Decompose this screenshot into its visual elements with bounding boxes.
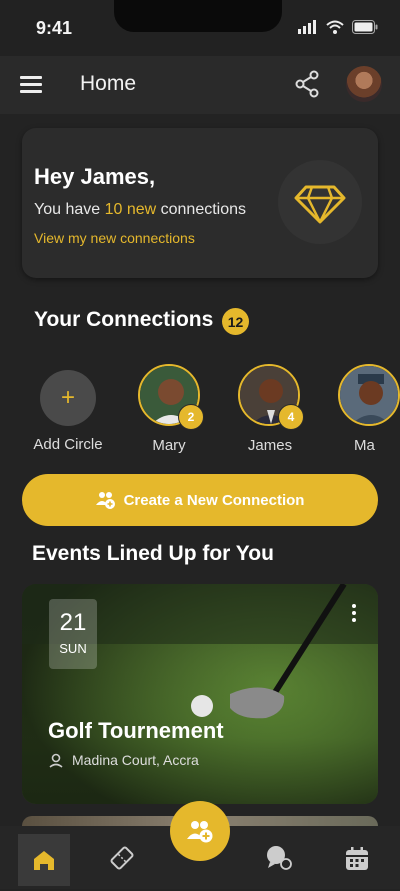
- event-weekday: SUN: [59, 641, 87, 656]
- connection-badge: 2: [178, 404, 204, 430]
- add-circle-button[interactable]: +: [40, 370, 96, 426]
- create-connection-label: Create a New Connection: [123, 491, 305, 509]
- connections-count-badge: 12: [222, 308, 249, 335]
- connection-name: Ma: [354, 437, 375, 454]
- diamond-icon: [294, 185, 346, 224]
- status-time: 9:41: [36, 18, 73, 38]
- add-group-icon: [187, 821, 213, 843]
- connection-item-clipped: Ma: [338, 364, 400, 454]
- events-title: Events Lined Up for You: [32, 542, 274, 565]
- nav-home-tab[interactable]: [18, 834, 70, 886]
- share-icon[interactable]: [294, 70, 320, 98]
- event-name: Golf Tournement: [48, 718, 224, 743]
- plus-icon: +: [60, 384, 75, 411]
- event-location: Madina Court, Accra: [48, 752, 199, 768]
- connection-badge: 4: [278, 404, 304, 430]
- more-vertical-icon[interactable]: [352, 604, 356, 625]
- add-group-icon: [95, 492, 115, 509]
- view-new-connections-link[interactable]: View my new connections: [34, 230, 195, 246]
- add-circle-label: Add Circle: [33, 436, 103, 453]
- ticket-icon[interactable]: [108, 844, 136, 872]
- device-notch: [114, 0, 282, 32]
- status-icons: [298, 20, 378, 34]
- add-connection-fab[interactable]: [170, 801, 230, 861]
- calendar-icon[interactable]: [344, 846, 370, 872]
- location-icon: [49, 753, 63, 768]
- signal-icon: [298, 20, 316, 34]
- event-location-text: Madina Court, Accra: [72, 752, 199, 768]
- page-title: Home: [80, 72, 137, 95]
- menu-icon[interactable]: [20, 76, 42, 93]
- connections-title: Your Connections: [34, 308, 214, 331]
- event-day: 21: [59, 609, 87, 636]
- chat-icon[interactable]: [264, 844, 294, 872]
- connection-name: Mary: [152, 437, 186, 454]
- new-connections-message: You have 10 new connections: [34, 201, 247, 218]
- person-photo: [340, 366, 398, 424]
- event-date-badge: 21 SUN: [49, 599, 97, 669]
- greeting-text: Hey James,: [34, 164, 156, 189]
- diamond-badge: [278, 160, 362, 244]
- create-connection-button[interactable]: Create a New Connection: [22, 474, 378, 526]
- battery-icon: [352, 20, 378, 34]
- home-icon: [34, 851, 54, 870]
- app-header: [0, 56, 400, 114]
- wifi-icon: [326, 20, 344, 34]
- connection-avatar-ma[interactable]: [338, 364, 400, 426]
- user-avatar[interactable]: [346, 66, 382, 102]
- connection-name: James: [247, 437, 293, 454]
